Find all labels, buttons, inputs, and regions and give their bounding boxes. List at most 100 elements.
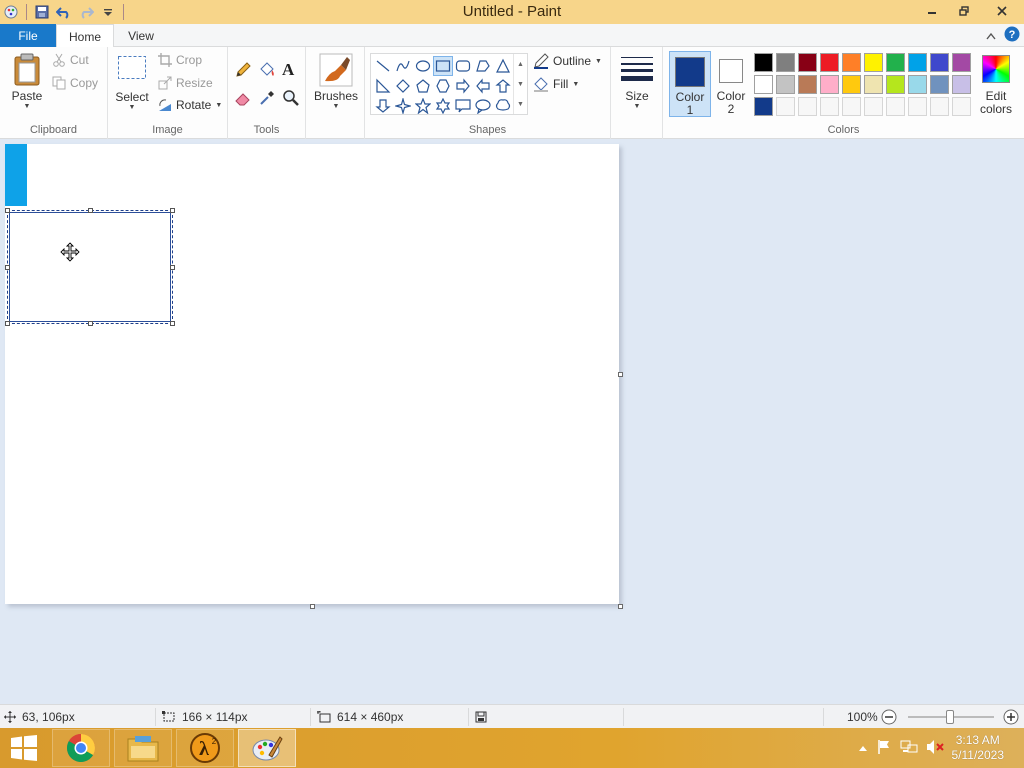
left-arrow-shape-icon[interactable] (473, 76, 493, 96)
tab-home[interactable]: Home (56, 24, 114, 48)
curve-shape-icon[interactable] (393, 56, 413, 76)
color2-button[interactable]: Color 2 (713, 51, 749, 117)
help-icon[interactable]: ? (1004, 26, 1020, 45)
eraser-icon[interactable] (234, 89, 252, 110)
copy-button[interactable]: Copy (52, 76, 98, 90)
scroll-down-icon[interactable]: ▼ (517, 81, 524, 88)
custom-color-swatch-1[interactable] (754, 97, 773, 116)
tab-file[interactable]: File (0, 24, 56, 47)
selection-handle-e[interactable] (170, 265, 175, 270)
color-swatch-1-2[interactable] (776, 53, 795, 72)
select-button[interactable]: Select ▼ (114, 55, 150, 111)
restore-icon[interactable] (948, 0, 980, 22)
color-swatch-1-4[interactable] (820, 53, 839, 72)
color-swatch-2-9[interactable] (930, 75, 949, 94)
line-shape-icon[interactable] (373, 56, 393, 76)
color-swatch-2-2[interactable] (776, 75, 795, 94)
show-hidden-icons-icon[interactable] (858, 741, 868, 755)
size-button[interactable]: Size ▼ (619, 55, 655, 110)
color-swatch-1-10[interactable] (952, 53, 971, 72)
color-swatch-1-1[interactable] (754, 53, 773, 72)
custom-color-swatch-2[interactable] (776, 97, 795, 116)
zoom-in-icon[interactable] (1003, 709, 1019, 728)
text-tool-icon[interactable]: A (282, 60, 294, 80)
expand-gallery-icon[interactable]: ▼ (517, 101, 524, 108)
color-swatch-1-8[interactable] (908, 53, 927, 72)
edit-colors-button[interactable]: Edit colors (977, 51, 1015, 117)
oval-callout-shape-icon[interactable] (473, 96, 493, 116)
custom-color-swatch-8[interactable] (908, 97, 927, 116)
start-button[interactable] (6, 734, 42, 762)
color-swatch-2-6[interactable] (864, 75, 883, 94)
selection-handle-w[interactable] (5, 265, 10, 270)
color1-button[interactable]: Color 1 (669, 51, 711, 117)
pentagon-shape-icon[interactable] (413, 76, 433, 96)
rounded-rectangle-shape-icon[interactable] (453, 56, 473, 76)
scroll-up-icon[interactable]: ▲ (517, 61, 524, 68)
pencil-icon[interactable] (234, 61, 252, 82)
five-point-star-shape-icon[interactable] (413, 96, 433, 116)
taskbar-half-life-2[interactable]: λ2 (176, 729, 234, 767)
selection-handle-se[interactable] (170, 321, 175, 326)
drawing-canvas[interactable] (5, 144, 619, 604)
clock[interactable]: 3:13 AM 5/11/2023 (952, 733, 1005, 763)
selection-handle-sw[interactable] (5, 321, 10, 326)
color-swatch-2-5[interactable] (842, 75, 861, 94)
close-icon[interactable] (980, 0, 1024, 22)
fill-bucket-icon[interactable] (258, 61, 276, 82)
cloud-callout-shape-icon[interactable] (493, 96, 513, 116)
paste-button[interactable]: Paste ▼ (8, 53, 46, 110)
color-swatch-1-6[interactable] (864, 53, 883, 72)
right-triangle-shape-icon[interactable] (373, 76, 393, 96)
zoom-out-icon[interactable] (881, 709, 897, 728)
rectangle-selection[interactable] (5, 208, 175, 326)
up-arrow-shape-icon[interactable] (493, 76, 513, 96)
canvas-resize-handle-se[interactable] (618, 604, 623, 609)
collapse-ribbon-icon[interactable] (986, 29, 996, 43)
taskbar-paint[interactable] (238, 729, 296, 767)
cut-button[interactable]: Cut (52, 53, 89, 67)
magnifier-icon[interactable] (282, 89, 300, 110)
color-swatch-2-10[interactable] (952, 75, 971, 94)
color-swatch-2-4[interactable] (820, 75, 839, 94)
brushes-button[interactable]: Brushes ▼ (312, 53, 360, 110)
resize-button[interactable]: Resize (158, 76, 213, 90)
down-arrow-shape-icon[interactable] (373, 96, 393, 116)
triangle-shape-icon[interactable] (493, 56, 513, 76)
volume-muted-icon[interactable] (926, 739, 944, 758)
tab-view[interactable]: View (118, 24, 164, 47)
canvas-resize-handle-s[interactable] (310, 604, 315, 609)
action-center-flag-icon[interactable] (876, 739, 892, 758)
color-picker-icon[interactable] (258, 89, 276, 110)
color-swatch-1-3[interactable] (798, 53, 817, 72)
color-swatch-2-3[interactable] (798, 75, 817, 94)
custom-color-swatch-5[interactable] (842, 97, 861, 116)
selection-handle-n[interactable] (88, 208, 93, 213)
color-swatch-2-7[interactable] (886, 75, 905, 94)
taskbar-chrome[interactable] (52, 729, 110, 767)
rectangle-shape-icon[interactable] (433, 56, 453, 76)
six-point-star-shape-icon[interactable] (433, 96, 453, 116)
selection-handle-ne[interactable] (170, 208, 175, 213)
custom-color-swatch-3[interactable] (798, 97, 817, 116)
custom-color-swatch-4[interactable] (820, 97, 839, 116)
color-swatch-1-9[interactable] (930, 53, 949, 72)
hexagon-shape-icon[interactable] (433, 76, 453, 96)
oval-shape-icon[interactable] (413, 56, 433, 76)
right-arrow-shape-icon[interactable] (453, 76, 473, 96)
color-swatch-1-5[interactable] (842, 53, 861, 72)
color-swatch-2-8[interactable] (908, 75, 927, 94)
color-swatch-1-7[interactable] (886, 53, 905, 72)
custom-color-swatch-7[interactable] (886, 97, 905, 116)
diamond-shape-icon[interactable] (393, 76, 413, 96)
crop-button[interactable]: Crop (158, 53, 202, 67)
canvas-resize-handle-e[interactable] (618, 372, 623, 377)
polygon-shape-icon[interactable] (473, 56, 493, 76)
custom-color-swatch-10[interactable] (952, 97, 971, 116)
fill-button[interactable]: Fill ▼ (533, 76, 579, 92)
network-icon[interactable] (900, 739, 918, 758)
taskbar-file-explorer[interactable] (114, 729, 172, 767)
minimize-icon[interactable] (916, 0, 948, 22)
selection-handle-nw[interactable] (5, 208, 10, 213)
custom-color-swatch-9[interactable] (930, 97, 949, 116)
